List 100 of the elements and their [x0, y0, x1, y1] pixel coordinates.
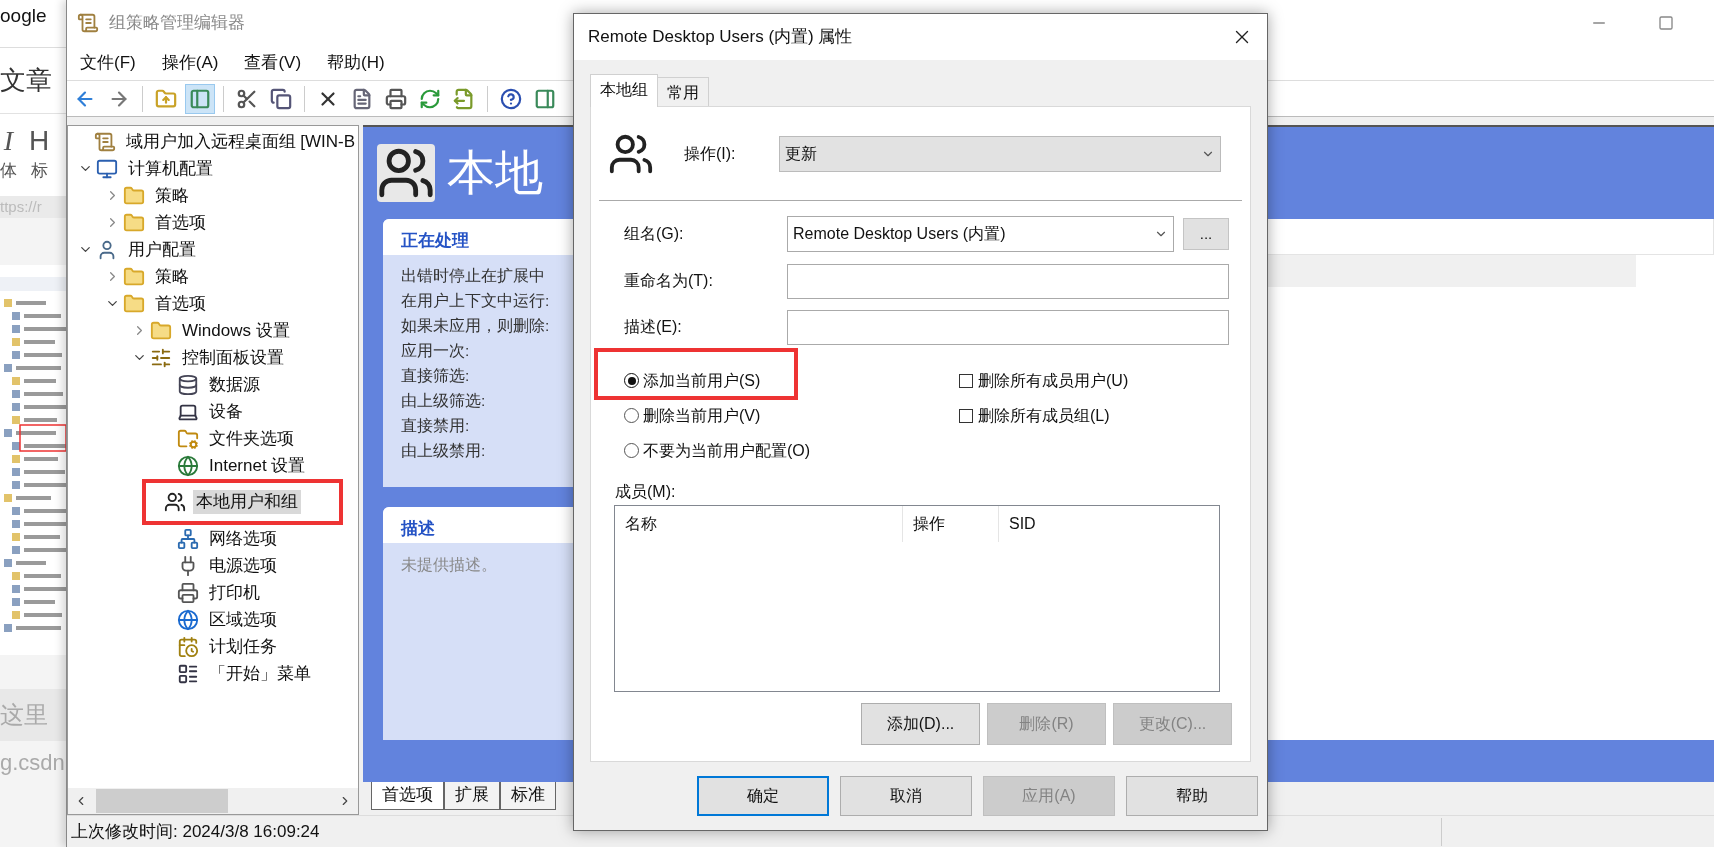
view-tab[interactable]: 扩展	[444, 782, 500, 810]
dialog-button[interactable]: 取消	[840, 776, 972, 816]
column-header[interactable]: 操作	[903, 506, 999, 542]
scroll-icon	[93, 130, 116, 153]
printer-icon	[177, 581, 199, 604]
window-title: 组策略管理编辑器	[109, 11, 245, 34]
format-button[interactable]: I 体	[0, 124, 17, 184]
tree-item[interactable]: 「开始」菜单	[206, 661, 314, 686]
members-list[interactable]: 名称 操作 SID	[614, 505, 1220, 692]
checkbox-option[interactable]: 删除所有成员用户(U)	[959, 363, 1129, 398]
globe-icon	[177, 454, 199, 477]
card-title: 正在处理	[401, 229, 469, 252]
users-icon	[164, 491, 186, 513]
scissors-icon	[236, 87, 258, 110]
column-header[interactable]: SID	[999, 506, 1219, 542]
radio-option[interactable]: 添加当前用户(S)	[624, 366, 761, 395]
format-button[interactable]: H 标	[29, 124, 50, 184]
radio-option[interactable]: 删除当前用户(V)	[624, 401, 761, 430]
setting-label: 由上级筛选:	[401, 391, 487, 411]
view-tab[interactable]: 首选项	[371, 782, 444, 810]
tree-item[interactable]: 数据源	[206, 372, 263, 397]
tree-item[interactable]: 打印机	[206, 580, 263, 605]
tree-item[interactable]: 策略	[152, 183, 192, 208]
tree-item[interactable]: Internet 设置	[206, 453, 309, 478]
calendar-icon	[177, 635, 199, 658]
list-icon	[177, 662, 199, 685]
rename-field[interactable]	[787, 263, 1229, 299]
globe-icon	[177, 608, 199, 631]
menu-item[interactable]: 查看(V)	[241, 49, 305, 76]
scrollbar-thumb[interactable]	[96, 789, 228, 813]
radio-option[interactable]: 不要为当前用户配置(O)	[624, 436, 811, 465]
field-label: 操作(I):	[684, 143, 737, 164]
tree-item[interactable]: 首选项	[152, 210, 209, 235]
member-button[interactable]: 添加(D)...	[861, 703, 980, 745]
refresh-icon	[419, 87, 441, 110]
description-field[interactable]	[787, 309, 1229, 345]
browse-button[interactable]: ...	[1183, 218, 1229, 250]
field-label: 成员(M):	[614, 482, 677, 502]
document-icon	[351, 87, 373, 110]
window-icon	[77, 11, 99, 34]
group-name-select[interactable]: Remote Desktop Users (内置)	[787, 216, 1174, 252]
dialog-button[interactable]: 确定	[697, 776, 829, 816]
field-label: 组名(G):	[623, 224, 685, 244]
setting-label: 在用户上下文中运行:	[401, 291, 551, 311]
menu-item[interactable]: 操作(A)	[158, 49, 222, 76]
dialog-tab[interactable]: 常用	[658, 77, 709, 107]
tree-item[interactable]: 设备	[206, 399, 246, 424]
status-text: 上次修改时间: 2024/3/8 16:09:24	[71, 820, 320, 843]
tree-item[interactable]: 本地用户和组	[193, 490, 301, 514]
folder-icon	[123, 184, 145, 207]
folder-up-icon	[155, 87, 177, 110]
dialog-tab[interactable]: 本地组	[590, 74, 658, 107]
field-label: 重命名为(T):	[623, 271, 714, 291]
column-header[interactable]: 名称	[615, 506, 903, 542]
view-tab[interactable]: 标准	[500, 782, 556, 810]
computer-icon	[96, 157, 118, 180]
maximize-icon[interactable]	[1658, 14, 1674, 31]
card-title: 描述	[401, 517, 435, 540]
dialog-button[interactable]: 帮助	[1126, 776, 1258, 816]
export-icon	[453, 87, 475, 110]
pane-title: 本地	[447, 145, 543, 201]
setting-label: 由上级禁用:	[401, 441, 487, 461]
setting-label: 如果未应用，则删除:	[401, 316, 551, 336]
tree-item[interactable]: 策略	[152, 264, 192, 289]
tree-item[interactable]: 网络选项	[206, 526, 280, 551]
database-icon	[177, 373, 199, 396]
description-text: 未提供描述。	[400, 555, 498, 575]
tree-item[interactable]: 用户配置	[125, 237, 199, 262]
tree-item[interactable]: 计划任务	[206, 634, 280, 659]
panel-icon	[189, 87, 211, 110]
setting-label: 直接筛选:	[401, 366, 471, 386]
copy-icon	[270, 87, 292, 110]
folder-icon	[150, 319, 172, 342]
tree-item[interactable]: 文件夹选项	[206, 426, 297, 451]
checkbox-option[interactable]: 删除所有成员组(L)	[959, 398, 1129, 433]
network-icon	[177, 527, 199, 550]
tab-title[interactable]: oogle	[0, 2, 47, 31]
printer-icon	[385, 87, 407, 110]
tree-item[interactable]: 域用户加入远程桌面组 [WIN-B	[122, 129, 358, 154]
setting-label: 直接禁用:	[401, 416, 471, 436]
help-icon	[500, 87, 522, 110]
tree-item[interactable]: 计算机配置	[125, 156, 216, 181]
menu-item[interactable]: 帮助(H)	[324, 49, 388, 76]
panel-icon	[534, 87, 556, 110]
tree-item[interactable]: 电源选项	[206, 553, 280, 578]
folder-icon	[123, 211, 145, 234]
tree-item[interactable]: 区域选项	[206, 607, 280, 632]
horizontal-scrollbar[interactable]	[68, 788, 358, 814]
tree-item[interactable]: 控制面板设置	[179, 345, 287, 370]
link-text: g.csdn	[0, 748, 65, 777]
operation-select[interactable]: 更新	[779, 135, 1221, 172]
dialog-title: Remote Desktop Users (内置) 属性	[588, 26, 853, 49]
tree-item[interactable]: 首选项	[152, 291, 209, 316]
menu-item[interactable]: 文件(F)	[77, 49, 139, 76]
folder-icon	[177, 427, 199, 450]
folder-icon	[123, 292, 145, 315]
field-label: 描述(E):	[623, 317, 683, 337]
page-heading: 文章	[0, 64, 52, 97]
tree-item[interactable]: Windows 设置	[179, 318, 293, 343]
users-icon	[377, 144, 435, 202]
